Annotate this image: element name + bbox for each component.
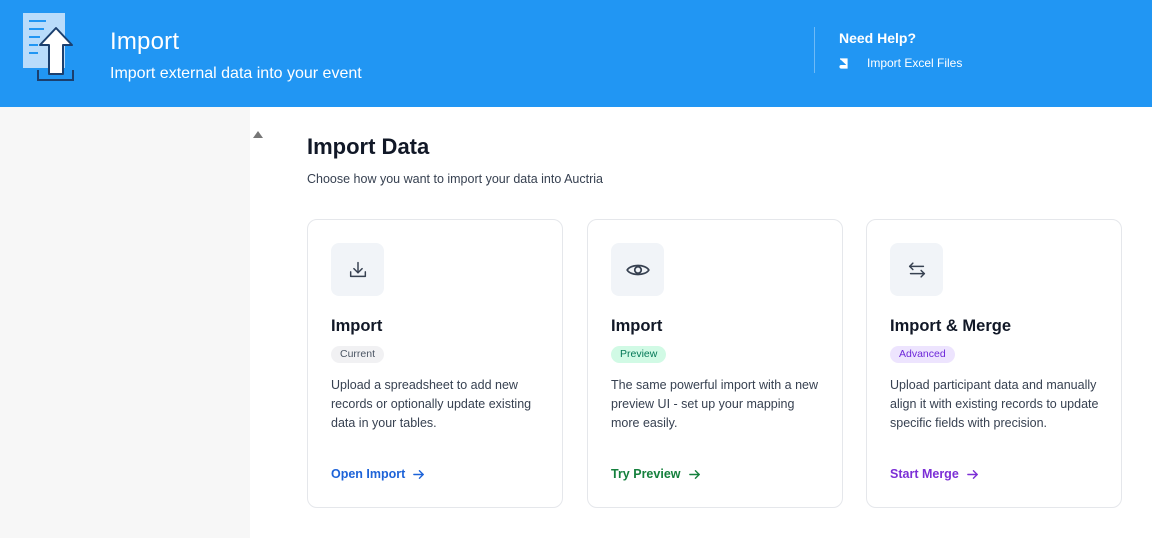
download-icon: [349, 261, 366, 277]
scroll-up-arrow-icon[interactable]: [253, 131, 263, 138]
card-title: Import & Merge: [890, 317, 1012, 335]
card-description: Upload participant data and manually ali…: [890, 378, 1099, 430]
swap-arrows-icon: [908, 261, 925, 278]
book-icon: [839, 57, 848, 69]
link-label: Open Import: [331, 467, 406, 481]
card-description: Upload a spreadsheet to add new records …: [331, 378, 532, 430]
page-subtitle: Import external data into your event: [110, 65, 362, 82]
help-link-import-excel[interactable]: Import Excel Files: [838, 56, 962, 71]
card-title: Import: [611, 317, 663, 335]
start-merge-link[interactable]: Start Merge: [890, 467, 979, 481]
link-label: Start Merge: [890, 467, 959, 481]
arrow-right-icon: [688, 469, 700, 479]
status-badge: Preview: [611, 346, 667, 363]
page-title-header: Import: [110, 28, 180, 55]
card-description: The same powerful import with a new prev…: [611, 378, 819, 430]
main-title: Import Data: [307, 134, 430, 159]
arrow-right-icon: [413, 469, 425, 479]
import-preview-card: Import Preview The same powerful import …: [587, 219, 843, 508]
main-description: Choose how you want to import your data …: [307, 172, 603, 186]
arrow-right-icon: [966, 469, 978, 479]
scrollbar[interactable]: [250, 107, 265, 538]
status-badge: Advanced: [890, 346, 955, 363]
card-title: Import: [331, 317, 383, 335]
help-link-label: Import Excel Files: [867, 56, 963, 70]
open-import-link[interactable]: Open Import: [331, 467, 425, 481]
help-divider: [814, 27, 815, 73]
page-header: Import Import external data into your ev…: [0, 0, 1152, 107]
import-card: Import Current Upload a spreadsheet to a…: [307, 219, 563, 508]
try-preview-link[interactable]: Try Preview: [611, 467, 701, 481]
upload-document-icon: [23, 13, 74, 81]
card-icon-box: [331, 243, 384, 296]
card-icon-box: [611, 243, 664, 296]
import-merge-card: Import & Merge Advanced Upload participa…: [866, 219, 1122, 508]
eye-icon: [625, 264, 650, 275]
help-title: Need Help?: [839, 30, 917, 46]
sidebar: [0, 107, 250, 538]
link-label: Try Preview: [611, 467, 681, 481]
status-badge: Current: [331, 346, 385, 363]
card-icon-box: [890, 243, 943, 296]
